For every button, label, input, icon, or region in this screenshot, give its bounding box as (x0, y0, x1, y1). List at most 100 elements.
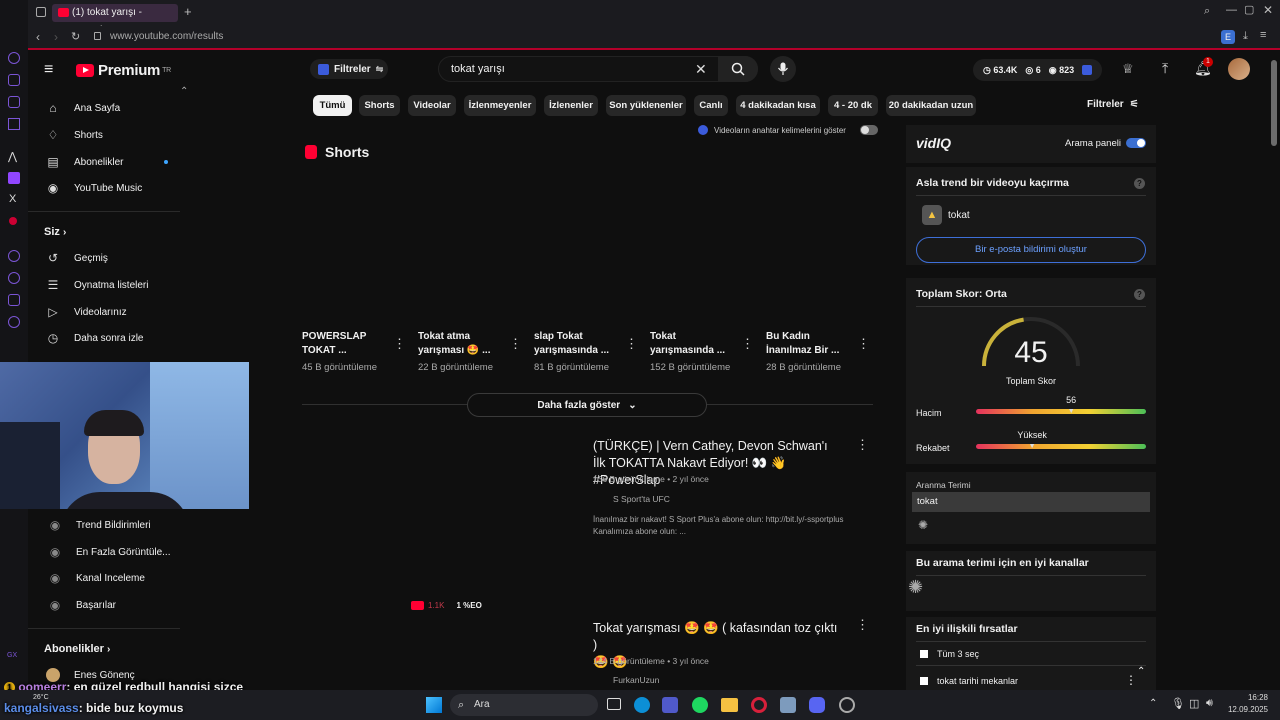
task-view-icon[interactable] (607, 698, 621, 710)
chip-recent[interactable]: Son yüklenenler (606, 95, 686, 116)
chip-over-20[interactable]: 20 dakikadan uzun (886, 95, 976, 116)
nav-subscriptions-heading[interactable]: Abonelikler › (44, 643, 110, 655)
menu-icon[interactable]: ≡ (1260, 29, 1266, 41)
clear-search-icon[interactable]: ✕ (695, 57, 707, 81)
profile-e-icon[interactable]: E (1221, 30, 1235, 44)
clock-time[interactable]: 16:28 (1228, 693, 1268, 702)
chip-shorts[interactable]: Shorts (359, 95, 400, 116)
hamburger-menu-icon[interactable]: ≡ (44, 61, 53, 79)
channel-name[interactable]: FurkanUzun (613, 675, 659, 685)
reload-icon[interactable]: ↻ (71, 30, 80, 43)
sidebar-extensions-icon[interactable] (8, 294, 20, 306)
teams-icon[interactable] (662, 697, 678, 713)
more-options-icon[interactable]: ⋮ (509, 336, 522, 352)
more-options-icon[interactable]: ⋮ (1125, 673, 1137, 687)
achievement-icon[interactable]: ♕ (1122, 61, 1134, 77)
sidebar-messenger-icon[interactable] (8, 74, 20, 86)
nav-achievements[interactable]: ◉ Başarılar (48, 595, 188, 615)
nav-home[interactable]: ⌂ Ana Sayfa (46, 98, 186, 118)
tab-youtube[interactable]: (1) tokat yarışı - YouTube (52, 4, 178, 36)
download-icon[interactable]: ⤓ (1243, 30, 1248, 43)
nav-most-viewed[interactable]: ◉ En Fazla Görüntüle... (48, 542, 188, 562)
search-input[interactable]: tokat yarışı ✕ (438, 56, 758, 82)
chip-all[interactable]: Tümü (313, 95, 352, 116)
tab-island-icon[interactable] (36, 7, 46, 17)
avatar[interactable] (1228, 58, 1250, 80)
forward-icon[interactable]: › (54, 30, 58, 44)
select-all-checkbox[interactable] (920, 650, 928, 658)
voice-search-button[interactable] (770, 56, 796, 82)
sidebar-pinboard-icon[interactable] (8, 96, 20, 108)
youtube-premium-logo[interactable]: Premium TR (76, 62, 171, 79)
tray-overflow-icon[interactable]: ⌃ (1149, 698, 1157, 709)
sidebar-twitch-icon[interactable] (8, 172, 20, 184)
clock-date[interactable]: 12.09.2025 (1224, 705, 1268, 714)
sidebar-history-icon[interactable] (8, 272, 20, 284)
chip-watched[interactable]: İzlenenler (544, 95, 598, 116)
microphone-tray-icon[interactable]: 🎙︎ (1171, 697, 1185, 710)
sidebar-aria-icon[interactable] (8, 52, 20, 64)
volume-icon[interactable]: 🔊︎ (1206, 697, 1213, 710)
sidebar-gx-icon[interactable]: GX (7, 652, 17, 659)
page-scrollbar[interactable] (1271, 60, 1277, 146)
chip-4-20[interactable]: 4 - 20 dk (828, 95, 878, 116)
show-more-button[interactable]: Daha fazla göster ⌄ (467, 393, 707, 417)
collapse-icon[interactable]: ⌃ (180, 86, 188, 97)
nav-you-heading[interactable]: Siz › (44, 226, 66, 238)
create-email-alert-button[interactable]: Bir e-posta bildirimi oluştur (916, 237, 1146, 263)
chip-unwatched[interactable]: İzlenmeyenler (464, 95, 536, 116)
search-button[interactable] (718, 56, 758, 82)
edge-icon[interactable] (634, 697, 650, 713)
more-options-icon[interactable]: ⋮ (856, 617, 869, 633)
opera-gx-icon[interactable] (751, 697, 767, 713)
sidebar-vk-icon[interactable] (8, 118, 20, 130)
spotify-icon[interactable] (692, 697, 708, 713)
more-options-icon[interactable]: ⋮ (857, 336, 870, 352)
more-options-icon[interactable]: ⋮ (856, 437, 869, 453)
vidiq-stats-bar[interactable]: ◷ 63.4K ◎ 6 ◉ 823 (973, 59, 1103, 81)
nav-channel-review[interactable]: ◉ Kanal Inceleme (48, 568, 188, 588)
nav-trend-alerts[interactable]: ◉ Trend Bildirimleri (48, 515, 188, 535)
nav-watch-later[interactable]: ◷ Daha sonra izle (46, 328, 186, 348)
create-upload-icon[interactable]: ⤒ (1162, 60, 1168, 77)
sidebar-settings-icon[interactable] (8, 316, 20, 328)
nav-your-videos[interactable]: ▷ Videolarınız (46, 302, 186, 322)
filters-right-button[interactable]: Filtreler ⚟ (1087, 99, 1139, 110)
channel-name[interactable]: S Sport'ta UFC (613, 494, 670, 504)
sidebar-x-icon[interactable]: X (9, 193, 16, 205)
windows-start-icon[interactable] (426, 697, 442, 713)
search-term-value[interactable]: tokat (912, 492, 1150, 512)
weather-widget[interactable]: 26°C (33, 694, 49, 701)
minimize-button[interactable]: — (1226, 4, 1237, 16)
nav-youtube-music[interactable]: ◉ YouTube Music (46, 178, 186, 198)
new-tab-button[interactable]: + (184, 4, 192, 19)
taskbar-search[interactable]: ⌕ Ara (450, 694, 598, 716)
help-icon[interactable]: ? (1134, 178, 1145, 189)
obs-icon[interactable] (839, 697, 855, 713)
opportunity-checkbox[interactable] (920, 677, 928, 685)
back-icon[interactable]: ‹ (36, 30, 40, 44)
search-tabs-icon[interactable]: ⌕ (1204, 5, 1210, 18)
app-icon[interactable] (780, 697, 796, 713)
sidebar-aria-logo-icon[interactable]: ⋀ (8, 150, 17, 163)
maximize-button[interactable]: ▢ (1244, 3, 1254, 16)
nav-history[interactable]: ↺ Geçmiş (46, 248, 186, 268)
chevron-up-icon[interactable]: ⌃ (1137, 666, 1145, 677)
chip-under-4[interactable]: 4 dakikadan kısa (736, 95, 820, 116)
panel-toggle[interactable] (1126, 138, 1146, 148)
chip-videos[interactable]: Videolar (408, 95, 456, 116)
sidebar-player-icon[interactable] (8, 250, 20, 262)
more-options-icon[interactable]: ⋮ (741, 336, 754, 352)
nav-shorts[interactable]: ♢ Shorts (46, 125, 186, 145)
sidebar-record-icon[interactable] (9, 217, 17, 225)
more-options-icon[interactable]: ⋮ (393, 336, 406, 352)
url-text[interactable]: www.youtube.com/results (110, 31, 223, 42)
help-icon[interactable]: ? (1134, 289, 1145, 300)
nav-playlists[interactable]: ☰ Oynatma listeleri (46, 275, 186, 295)
vidiq-filters-button[interactable]: Filtreler ⇋ (310, 59, 388, 79)
more-options-icon[interactable]: ⋮ (625, 336, 638, 352)
discord-icon[interactable] (809, 697, 825, 713)
chip-live[interactable]: Canlı (694, 95, 728, 116)
close-window-button[interactable]: ✕ (1263, 3, 1273, 17)
file-explorer-icon[interactable] (721, 698, 738, 712)
